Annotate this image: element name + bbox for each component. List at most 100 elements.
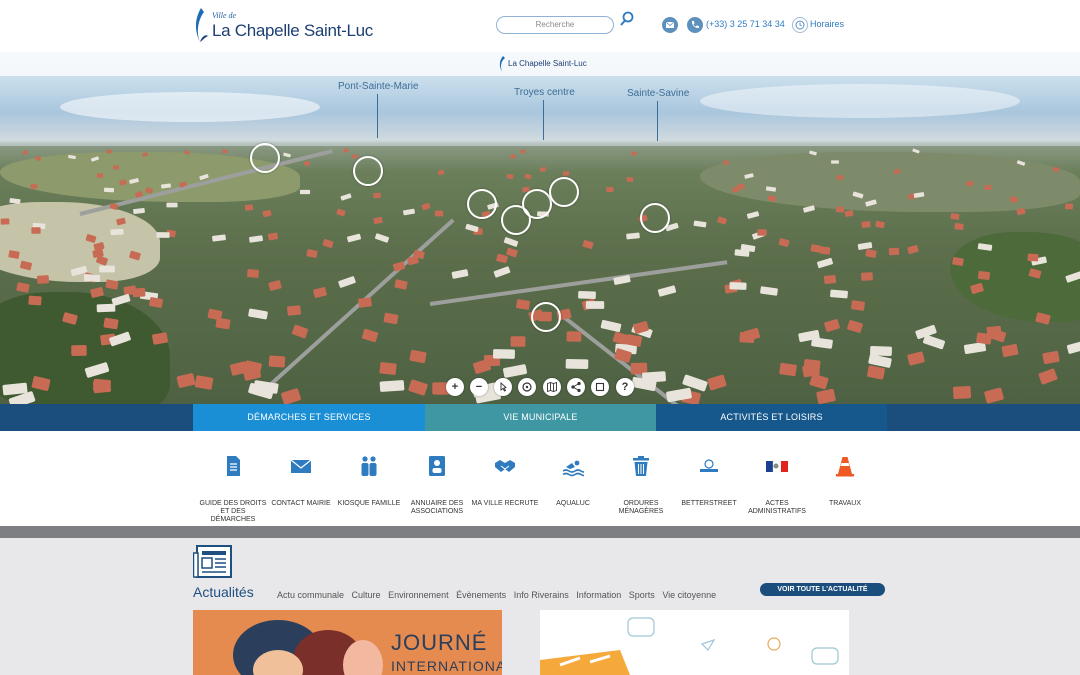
service-ma-ville-recrute[interactable]: Ma ville recrute (470, 455, 540, 508)
news-card[interactable]: JOURNÉ INTERNATIONA (193, 610, 502, 675)
house-roof (29, 183, 38, 190)
phone-number[interactable]: (+33) 3 25 71 34 34 (706, 19, 785, 29)
category-link[interactable]: Évènements (456, 590, 506, 600)
swimmer-icon (562, 460, 586, 477)
service-betterstreet[interactable]: Betterstreet (674, 455, 744, 508)
apartment-block (374, 233, 389, 243)
all-news-button[interactable]: Voir toute l'actualité (760, 583, 885, 596)
house-roof (407, 379, 428, 396)
tab-demarches-services[interactable]: Démarches et services (193, 404, 425, 431)
house-roof (510, 336, 526, 347)
service-guide-droits[interactable]: Guide des droits et des démarches (198, 455, 268, 524)
category-link[interactable]: Culture (352, 590, 381, 600)
search-icon[interactable] (619, 11, 635, 27)
panorama-hotspot[interactable] (531, 302, 561, 332)
house-roof (867, 365, 886, 381)
share-button[interactable] (567, 378, 585, 396)
house-roof (950, 212, 961, 220)
place-label-pont-sainte-marie[interactable]: Pont-Sainte-Marie (338, 81, 419, 92)
section-divider (0, 526, 1080, 538)
panorama-hotspot[interactable] (250, 143, 280, 173)
service-label: Ordures ménagères (618, 500, 664, 515)
house-roof (1042, 350, 1060, 365)
house-roof (313, 287, 328, 299)
house-roof (291, 324, 309, 339)
house-roof (520, 149, 526, 154)
pointer-button[interactable] (494, 378, 512, 396)
zoom-in-button[interactable]: + (446, 378, 464, 396)
house-roof (1064, 203, 1073, 210)
map-icon (547, 381, 557, 393)
phone-icon[interactable] (687, 17, 703, 33)
apartment-block (464, 223, 479, 232)
house-roof (626, 333, 643, 347)
apartment-block (963, 342, 987, 355)
clock-icon[interactable] (792, 17, 808, 33)
category-link[interactable]: Info Riverains (514, 590, 569, 600)
apartment-block (99, 265, 115, 272)
fullscreen-button[interactable] (591, 378, 609, 396)
house-roof (0, 218, 10, 225)
panorama-hotspot[interactable] (640, 203, 670, 233)
house-roof (989, 328, 1007, 343)
help-button[interactable]: ? (616, 378, 634, 396)
category-link[interactable]: Vie citoyenne (662, 590, 716, 600)
tab-vie-municipale[interactable]: Vie municipale (425, 404, 656, 431)
place-label-troyes-centre[interactable]: Troyes centre (514, 87, 575, 98)
autorotate-button[interactable] (518, 378, 536, 396)
service-kiosque-famille[interactable]: Kiosque famille (334, 455, 404, 508)
house-roof (496, 253, 509, 264)
map-button[interactable] (543, 378, 561, 396)
share-icon (571, 381, 581, 393)
panorama-hotspot[interactable] (353, 156, 383, 186)
house-roof (28, 295, 42, 306)
hours-link[interactable]: Horaires (810, 19, 844, 29)
service-contact-mairie[interactable]: Contact mairie (266, 455, 336, 508)
zoom-out-button[interactable]: − (470, 378, 488, 396)
category-link[interactable]: Sports (629, 590, 655, 600)
house-roof (105, 279, 119, 290)
panorama-hotspot[interactable] (549, 177, 579, 207)
service-ordures-menageres[interactable]: Ordures ménagères (606, 455, 676, 516)
apartment-block (248, 308, 269, 321)
apartment-block (599, 319, 622, 333)
house-roof (953, 222, 964, 231)
apartment-block (503, 237, 519, 248)
logo-small-text: Ville de (212, 11, 237, 20)
service-aqualuc[interactable]: Aqualuc (538, 455, 608, 508)
panorama-hotspot[interactable] (467, 189, 497, 219)
house-roof (540, 167, 547, 173)
category-link[interactable]: Actu communale (277, 590, 344, 600)
panorama-viewer[interactable]: La Chapelle Saint-Luc Pont-Sainte-Marie … (0, 52, 1080, 404)
house-roof (606, 187, 614, 193)
apartment-block (110, 228, 124, 236)
apartment-block (156, 232, 170, 238)
category-link[interactable]: Information (576, 590, 621, 600)
service-label: Guide des droits et des démarches (199, 500, 267, 523)
service-label: Contact mairie (271, 500, 331, 507)
house-roof (1052, 167, 1059, 172)
apartment-block (613, 275, 631, 286)
tab-activites-loisirs[interactable]: Activités et loisirs (656, 404, 887, 431)
house-roof (262, 209, 272, 217)
place-label-sainte-savine[interactable]: Sainte-Savine (627, 88, 689, 99)
service-annuaire-associations[interactable]: Annuaire des associations (402, 455, 472, 516)
apartment-block (493, 265, 511, 278)
house-roof (823, 318, 841, 333)
house-roof (516, 299, 531, 311)
service-travaux[interactable]: Travaux (810, 455, 880, 508)
panorama-hotspot[interactable] (522, 189, 552, 219)
search-input[interactable]: Recherche (496, 16, 614, 34)
category-link[interactable]: Environnement (388, 590, 449, 600)
service-actes-administratifs[interactable]: Actes administratifs (742, 455, 812, 516)
horizon (0, 138, 1080, 146)
house-roof (506, 173, 514, 180)
mail-icon[interactable] (662, 17, 678, 33)
house-roof (472, 358, 491, 375)
house-roof (222, 149, 228, 154)
house-roof (567, 331, 582, 342)
house-roof (810, 243, 822, 253)
apartment-block (492, 349, 515, 360)
news-card[interactable] (540, 610, 849, 675)
site-logo[interactable]: Ville de La Chapelle Saint-Luc (192, 6, 373, 46)
